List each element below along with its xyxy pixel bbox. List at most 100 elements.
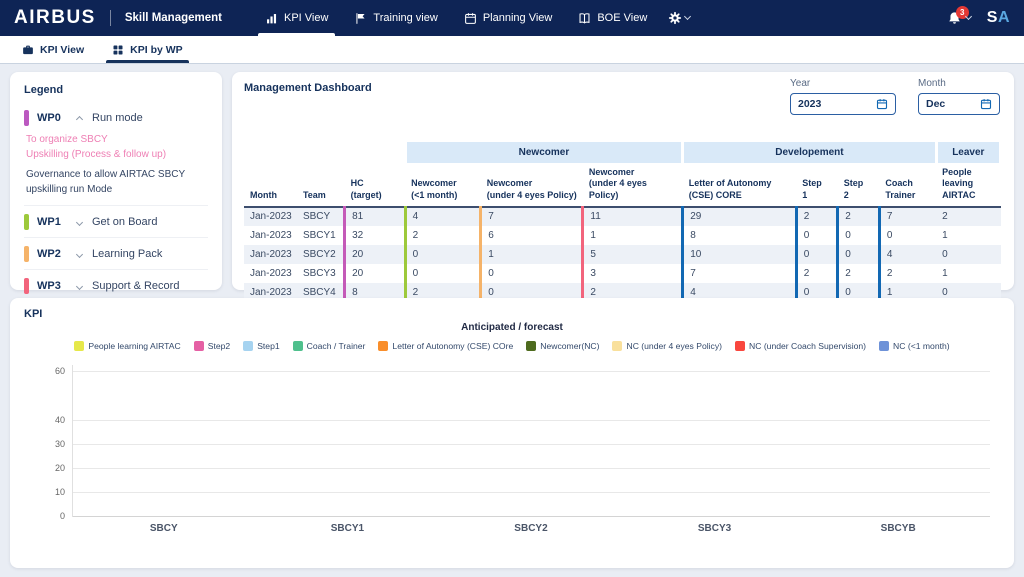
wp-color-swatch bbox=[24, 110, 29, 126]
dashboard-filters: Year Month bbox=[790, 78, 1000, 115]
chevron-down-icon bbox=[76, 218, 83, 225]
subnav-tab-kpi-view[interactable]: KPI View bbox=[12, 36, 94, 63]
wp-code: WP0 bbox=[37, 112, 67, 124]
table-cell: 0 bbox=[838, 226, 880, 245]
legend-label: Step2 bbox=[208, 341, 230, 351]
legend-item-wp3[interactable]: WP3Support & Record bbox=[24, 269, 208, 301]
table-cell: 2 bbox=[879, 264, 936, 283]
table-cell: 2 bbox=[796, 264, 838, 283]
chart-legend-item-nc-under-coach-supervision[interactable]: NC (under Coach Supervision) bbox=[735, 341, 866, 351]
chart-legend-item-people-learning-airtac[interactable]: People learning AIRTAC bbox=[74, 341, 180, 351]
table-cell: 11 bbox=[583, 207, 683, 226]
table-cell: 0 bbox=[838, 245, 880, 264]
legend-swatch bbox=[194, 341, 204, 351]
table-cell: 2 bbox=[838, 264, 880, 283]
top-navbar: AIRBUS Skill Management KPI View Training… bbox=[0, 0, 1024, 36]
legend-item-wp0[interactable]: WP0Run mode bbox=[24, 102, 208, 133]
chart-legend-item-step1[interactable]: Step1 bbox=[243, 341, 279, 351]
wp-code: WP3 bbox=[37, 280, 67, 292]
legend-label: People learning AIRTAC bbox=[88, 341, 180, 351]
chevron-down-icon bbox=[76, 282, 83, 289]
bar-slot-sbcy3 bbox=[623, 365, 806, 517]
subnav-tab-label: KPI View bbox=[40, 44, 84, 56]
wp-detail-text: Governance to allow AIRTAC SBCY upskilli… bbox=[26, 168, 208, 197]
calendar-small-icon[interactable] bbox=[876, 98, 888, 110]
bar-slot-sbcyb bbox=[807, 365, 990, 517]
nav-tab-label: BOE View bbox=[597, 12, 647, 24]
table-cell: 8 bbox=[683, 226, 796, 245]
table-cell: 2 bbox=[796, 207, 838, 226]
user-avatar[interactable]: SA bbox=[987, 9, 1010, 27]
legend-label: Step1 bbox=[257, 341, 279, 351]
table-cell: Jan-2023 bbox=[244, 245, 297, 264]
legend-swatch bbox=[293, 341, 303, 351]
airbus-logo: AIRBUS bbox=[14, 7, 96, 29]
legend-swatch bbox=[735, 341, 745, 351]
gear-icon bbox=[668, 11, 682, 25]
legend-item-wp1[interactable]: WP1Get on Board bbox=[24, 205, 208, 237]
subnav-tab-kpi-by-wp[interactable]: KPI by WP bbox=[102, 36, 193, 63]
nav-tab-kpi-view[interactable]: KPI View bbox=[252, 0, 341, 36]
table-cell: 0 bbox=[405, 264, 481, 283]
chart-title: Anticipated / forecast bbox=[24, 322, 1000, 333]
table-cell: 20 bbox=[345, 245, 406, 264]
table-row: Jan-2023SBCY220015100040 bbox=[244, 245, 1001, 264]
chart-legend-item-step2[interactable]: Step2 bbox=[194, 341, 230, 351]
table-cell: 4 bbox=[879, 245, 936, 264]
table-row: Jan-2023SBCY13226180001 bbox=[244, 226, 1001, 245]
table-cell: 32 bbox=[345, 226, 406, 245]
plot-area: 01020304060 bbox=[72, 365, 990, 517]
table-cell: 1 bbox=[481, 245, 583, 264]
chart-legend-item-nc-under-4-eyes-policy[interactable]: NC (under 4 eyes Policy) bbox=[612, 341, 722, 351]
flag-icon bbox=[354, 12, 367, 25]
chart-plot: 01020304060 bbox=[72, 365, 990, 517]
chart-legend-item-nc-1-month[interactable]: NC (<1 month) bbox=[879, 341, 950, 351]
nav-tab-planning-view[interactable]: Planning View bbox=[451, 0, 566, 36]
table-cell: 2 bbox=[838, 207, 880, 226]
legend-label: NC (under Coach Supervision) bbox=[749, 341, 866, 351]
table-cell: 1 bbox=[583, 226, 683, 245]
wp-label: Learning Pack bbox=[92, 248, 162, 260]
chart-legend-item-newcomer-nc[interactable]: Newcomer(NC) bbox=[526, 341, 599, 351]
legend-panel: Legend WP0Run modeTo organize SBCY Upski… bbox=[10, 72, 222, 290]
year-label: Year bbox=[790, 78, 896, 89]
month-picker[interactable] bbox=[918, 93, 1000, 115]
table-cell: 81 bbox=[345, 207, 406, 226]
table-cell: 2 bbox=[936, 207, 1000, 226]
nav-tab-label: Training view bbox=[373, 12, 437, 24]
table-cell: Jan-2023 bbox=[244, 207, 297, 226]
legend-item-wp2[interactable]: WP2Learning Pack bbox=[24, 237, 208, 269]
bars-layer bbox=[73, 365, 990, 517]
calendar-small-icon[interactable] bbox=[980, 98, 992, 110]
column-header-newcomer: Newcomer (<1 month) bbox=[405, 163, 481, 207]
month-input[interactable] bbox=[926, 98, 972, 110]
kpi-title: KPI bbox=[24, 308, 1000, 320]
nav-tab-training-view[interactable]: Training view bbox=[341, 0, 450, 36]
column-header-people-leaving: People leaving AIRTAC bbox=[936, 163, 1000, 207]
year-input[interactable] bbox=[798, 98, 868, 110]
legend-label: Newcomer(NC) bbox=[540, 341, 599, 351]
chevron-down-icon bbox=[965, 13, 972, 20]
bar-slot-sbcy bbox=[73, 365, 256, 517]
chevron-down-icon bbox=[76, 250, 83, 257]
settings-menu[interactable] bbox=[660, 11, 698, 25]
y-axis-tick: 40 bbox=[39, 415, 65, 425]
chart-legend-item-letter-of-autonomy-cse-core[interactable]: Letter of Autonomy (CSE) COre bbox=[378, 341, 513, 351]
chart-legend-item-coach-trainer[interactable]: Coach / Trainer bbox=[293, 341, 366, 351]
nav-tab-boe-view[interactable]: BOE View bbox=[565, 0, 660, 36]
table-cell: 1 bbox=[936, 264, 1000, 283]
table-cell: SBCY3 bbox=[297, 264, 345, 283]
table-cell: 0 bbox=[936, 245, 1000, 264]
table-cell: SBCY2 bbox=[297, 245, 345, 264]
app-root: AIRBUS Skill Management KPI View Training… bbox=[0, 0, 1024, 577]
column-header-month: Month bbox=[244, 163, 297, 207]
table-cell: SBCY1 bbox=[297, 226, 345, 245]
table-cell: 3 bbox=[583, 264, 683, 283]
app-title: Skill Management bbox=[125, 12, 222, 24]
chevron-down-icon bbox=[684, 13, 691, 20]
notifications-button[interactable]: 3 bbox=[947, 11, 971, 26]
group-header-leaver: Leaver bbox=[936, 142, 1000, 163]
year-picker[interactable] bbox=[790, 93, 896, 115]
chart-legend: People learning AIRTAC Step2 Step1 Coach / … bbox=[24, 341, 1000, 351]
y-axis-tick: 30 bbox=[39, 439, 65, 449]
